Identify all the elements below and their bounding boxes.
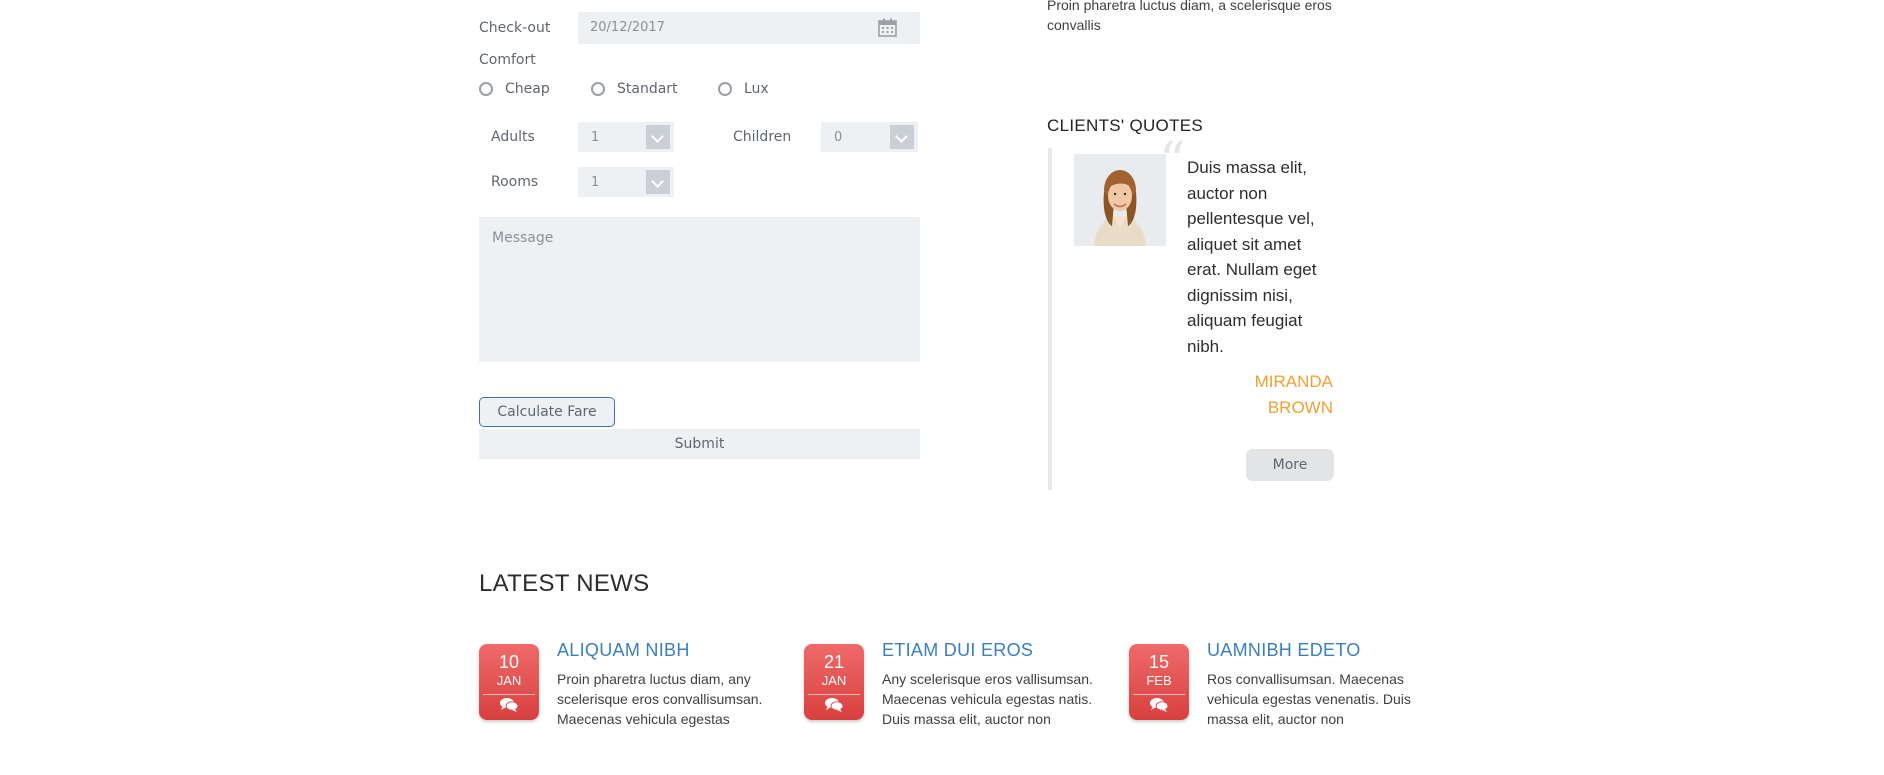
radio-lux[interactable] — [718, 82, 732, 96]
quote-author-first: MIRANDA — [1254, 372, 1333, 391]
children-value: 0 — [834, 130, 843, 145]
date-month: JAN — [821, 673, 847, 688]
quote-author: MIRANDA BROWN — [1187, 369, 1333, 420]
calculate-fare-button[interactable]: Calculate Fare — [479, 397, 615, 427]
adults-select[interactable]: 1 — [578, 122, 674, 152]
rooms-label: Rooms — [491, 174, 539, 190]
date-month: JAN — [496, 673, 522, 688]
news-item-title[interactable]: ALIQUAM NIBH — [557, 640, 690, 661]
comfort-label: Comfort — [479, 52, 536, 68]
rooms-select[interactable]: 1 — [578, 167, 674, 197]
avatar — [1074, 154, 1166, 246]
comments-icon[interactable] — [1149, 697, 1169, 713]
comfort-option-label: Cheap — [505, 81, 550, 97]
comfort-option-label: Standart — [617, 81, 678, 97]
children-label: Children — [733, 129, 792, 145]
submit-button[interactable]: Submit — [479, 429, 920, 459]
radio-cheap[interactable] — [479, 82, 493, 96]
news-item-title[interactable]: ETIAM DUI EROS — [882, 640, 1033, 661]
news-item-text: Proin pharetra luctus diam, any sceleris… — [557, 671, 763, 727]
adults-label: Adults — [491, 129, 535, 145]
message-placeholder: Message — [492, 230, 554, 246]
quote-text: Duis massa elit, auctor non pellentesque… — [1187, 158, 1317, 356]
calendar-icon[interactable] — [878, 18, 897, 37]
comments-icon[interactable] — [499, 697, 519, 713]
news-item-text: Any scelerisque eros vallisumsan. Maecen… — [882, 671, 1093, 727]
date-badge: 15 FEB — [1129, 644, 1189, 720]
quote-mark-icon: “ — [1159, 132, 1186, 192]
quote-border — [1048, 148, 1052, 490]
children-select[interactable]: 0 — [821, 122, 918, 152]
radio-standart[interactable] — [591, 82, 605, 96]
checkout-date-input[interactable]: 20/12/2017 — [578, 12, 920, 44]
date-day: 10 — [498, 652, 520, 672]
more-label: More — [1272, 457, 1308, 473]
chevron-down-icon — [890, 125, 914, 149]
message-textarea[interactable]: Message — [479, 217, 920, 362]
checkout-date-value: 20/12/2017 — [590, 20, 665, 35]
quote-author-last: BROWN — [1267, 397, 1333, 417]
submit-label: Submit — [674, 436, 725, 452]
chevron-down-icon — [646, 170, 670, 194]
calculate-fare-label: Calculate Fare — [497, 404, 597, 420]
date-badge: 10 JAN — [479, 644, 539, 720]
date-month: FEB — [1146, 673, 1172, 688]
comfort-option-label: Lux — [744, 81, 769, 97]
adults-value: 1 — [591, 130, 600, 145]
latest-news-title: LATEST NEWS — [479, 570, 650, 597]
news-item-text: Ros convallisumsan. Maecenas vehicula eg… — [1207, 671, 1411, 727]
checkout-label: Check-out — [479, 20, 551, 36]
comments-icon[interactable] — [824, 697, 844, 713]
sidebar-top-text: Proin pharetra luctus diam, a scelerisqu… — [1047, 0, 1332, 33]
news-item-title[interactable]: UAMNIBH EDETO — [1207, 640, 1361, 661]
chevron-down-icon — [646, 125, 670, 149]
rooms-value: 1 — [591, 175, 600, 190]
more-button[interactable]: More — [1246, 449, 1334, 481]
date-day: 21 — [823, 652, 845, 672]
date-day: 15 — [1148, 652, 1170, 672]
date-badge: 21 JAN — [804, 644, 864, 720]
